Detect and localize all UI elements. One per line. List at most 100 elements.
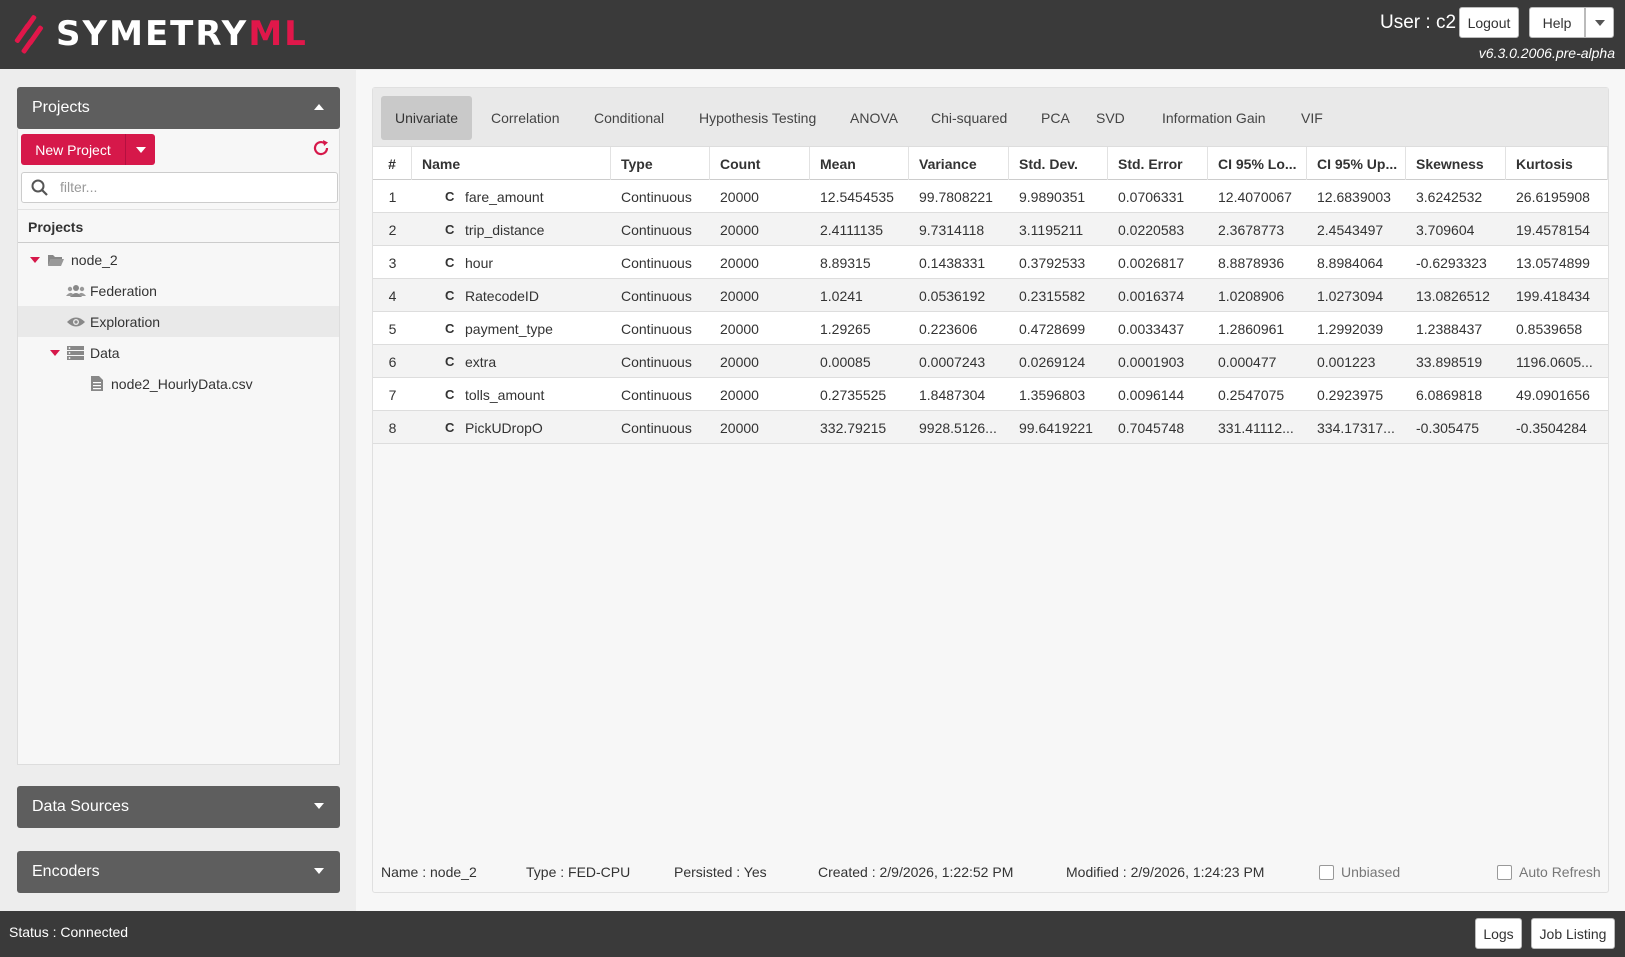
logout-button[interactable]: Logout [1459, 7, 1519, 38]
cell-type: Continuous [621, 386, 692, 403]
help-dropdown-button[interactable] [1585, 7, 1614, 38]
table-row[interactable]: 6 Cextra Continuous 20000 0.00085 0.0007243 0.… [373, 345, 1608, 378]
chevron-down-icon [314, 868, 324, 874]
cell-kurtosis: -0.3504284 [1516, 419, 1587, 436]
new-project-dropdown[interactable] [126, 134, 155, 165]
cell-name: Ctolls_amount [412, 378, 611, 411]
tab-univariate[interactable]: Univariate [381, 96, 472, 140]
cell-type: Continuous [621, 188, 692, 205]
table-row[interactable]: 8 C PickUDropO Continuous 20000 332.79215 9928… [373, 411, 1608, 444]
cell-name: Ctrip_distance [412, 213, 611, 246]
cell-kurtosis: 13.0574899 [1516, 254, 1590, 271]
tab-vif[interactable]: VIF [1293, 96, 1331, 140]
table-row[interactable]: 1 Cfare_amount Continuous 20000 12.5454535 99… [373, 180, 1608, 213]
users-icon [66, 284, 86, 297]
auto-refresh-checkbox-box[interactable] [1497, 864, 1512, 880]
auto-refresh-checkbox[interactable]: Auto Refresh [1497, 864, 1601, 880]
logs-button[interactable]: Logs [1475, 918, 1522, 949]
tab-conditional[interactable]: Conditional [586, 96, 672, 140]
cell-std-error: 0.0026817 [1118, 254, 1185, 271]
filter-field[interactable] [21, 172, 338, 203]
cell-ci-upper: 334.17317... [1317, 419, 1395, 436]
cell-std-error: 0.7045748 [1118, 419, 1185, 436]
column-header-std-error[interactable]: Std. Error [1108, 147, 1208, 180]
cell-ci-lower: 8.8878936 [1218, 254, 1285, 271]
cell-count: 20000 [720, 221, 759, 238]
tab-information-gain[interactable]: Information Gain [1154, 96, 1274, 140]
filter-input[interactable] [60, 179, 320, 195]
tree-label-federation: Federation [90, 282, 157, 299]
table-row[interactable]: 5 Cpayment_type Continuous 20000 1.29265 0.22… [373, 312, 1608, 345]
projects-panel-header[interactable]: Projects [17, 87, 340, 129]
table-row[interactable]: 7 Ctolls_amount Continuous 20000 0.2735525 1.… [373, 378, 1608, 411]
column-header-mean[interactable]: Mean [810, 147, 909, 180]
column-header-type[interactable]: Type [611, 147, 710, 180]
cell-ci-lower: 0.2547075 [1218, 386, 1285, 403]
info-modified: Modified : 2/9/2026, 1:24:23 PM [1066, 864, 1265, 880]
table-row[interactable]: 3 Chour Continuous 20000 8.89315 0.1438331 0.3… [373, 246, 1608, 279]
tree-item-file[interactable]: node2_HourlyData.csv [18, 368, 339, 399]
cell-std-error: 0.0096144 [1118, 386, 1185, 403]
cell-skewness: 13.0826512 [1416, 287, 1490, 304]
cell-ci-lower: 0.000477 [1218, 353, 1277, 370]
chevron-down-icon [135, 146, 146, 153]
column-header-skewness[interactable]: Skewness [1406, 147, 1506, 180]
cell-variance: 0.0536192 [919, 287, 986, 304]
column-header-ci-lower[interactable]: CI 95% Lo... [1208, 147, 1307, 180]
cell-variance: 0.223606 [919, 320, 978, 337]
column-header-std-dev[interactable]: Std. Dev. [1009, 147, 1108, 180]
tree-node-project[interactable]: node_2 [18, 244, 339, 275]
column-header-kurtosis[interactable]: Kurtosis [1506, 147, 1608, 180]
cell-ci-upper: 1.0273094 [1317, 287, 1384, 304]
column-header-name[interactable]: Name [412, 147, 611, 180]
unbiased-checkbox[interactable]: Unbiased [1319, 864, 1400, 880]
tab-anova[interactable]: ANOVA [842, 96, 906, 140]
cell-kurtosis: 19.4578154 [1516, 221, 1590, 238]
tab-correlation[interactable]: Correlation [483, 96, 567, 140]
table-row[interactable]: 4 C RatecodeID Continuous 20000 1.0241 0.05361… [373, 279, 1608, 312]
continuous-type-icon: C [445, 222, 455, 237]
cell-skewness: -0.6293323 [1416, 254, 1487, 271]
table-header-row: # Name Type Count Mean Variance Std. Dev. Std. … [373, 147, 1608, 180]
column-header-ci-upper[interactable]: CI 95% Up... [1307, 147, 1406, 180]
variable-name: PickUDropO [465, 419, 543, 436]
column-header-index[interactable]: # [373, 147, 412, 180]
cell-ci-lower: 2.3678773 [1218, 221, 1285, 238]
tab-hypothesis-testing[interactable]: Hypothesis Testing [691, 96, 824, 140]
cell-kurtosis: 199.418434 [1516, 287, 1590, 304]
file-icon [91, 376, 103, 391]
unbiased-checkbox-box[interactable] [1319, 864, 1334, 880]
cell-std-error: 0.0706331 [1118, 188, 1185, 205]
tab-chi-squared[interactable]: Chi-squared [923, 96, 1015, 140]
tab-pca[interactable]: PCA [1033, 96, 1078, 140]
new-project-button[interactable]: New Project [21, 134, 126, 165]
cell-ci-lower: 1.2860961 [1218, 320, 1285, 337]
encoders-title: Encoders [32, 863, 100, 880]
table-row[interactable]: 2 Ctrip_distance Continuous 20000 2.4111135 9… [373, 213, 1608, 246]
data-sources-panel-header[interactable]: Data Sources [17, 786, 340, 828]
expand-caret-icon[interactable] [50, 349, 60, 356]
refresh-icon[interactable] [312, 139, 330, 157]
cell-skewness: 3.6242532 [1416, 188, 1483, 205]
app-header: SYMETRYML User : c2 Logout Help v6.3.0.2… [0, 0, 1625, 69]
analysis-tabs: Univariate Correlation Conditional Hypot… [373, 88, 1608, 147]
tree-item-exploration[interactable]: Exploration [18, 306, 339, 337]
cell-mean: 1.0241 [820, 287, 863, 304]
column-header-count[interactable]: Count [710, 147, 810, 180]
variable-name: payment_type [465, 320, 553, 337]
tree-item-data[interactable]: Data [18, 337, 339, 368]
variable-name: fare_amount [465, 188, 544, 205]
cell-index: 2 [388, 221, 397, 238]
cell-index: 7 [388, 386, 397, 403]
expand-caret-icon[interactable] [30, 256, 40, 263]
continuous-type-icon: C [445, 189, 455, 204]
tab-svd[interactable]: SVD [1088, 96, 1133, 140]
encoders-panel-header[interactable]: Encoders [17, 851, 340, 893]
tree-item-federation[interactable]: Federation [18, 275, 339, 306]
job-listing-button[interactable]: Job Listing [1531, 918, 1615, 949]
continuous-type-icon: C [445, 321, 455, 336]
help-button[interactable]: Help [1529, 7, 1585, 38]
cell-index: 5 [388, 320, 397, 337]
column-header-variance[interactable]: Variance [909, 147, 1009, 180]
variable-name: hour [465, 254, 494, 271]
